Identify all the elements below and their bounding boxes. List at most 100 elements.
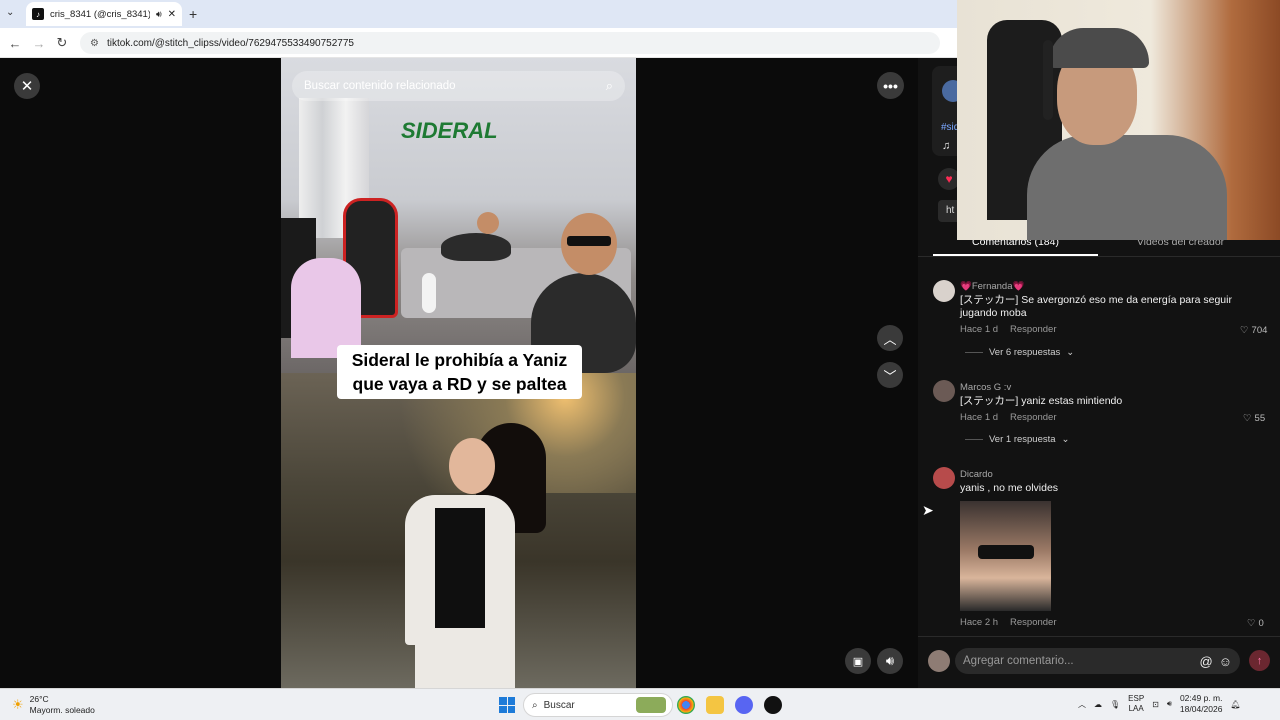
comment-text: [ステッカー] yaniz estas mintiendo [960, 395, 1123, 407]
taskbar: ☀ 26°C Mayorm. soleado ⌕ Buscar ︿ ☁ 🎙︎ E… [0, 688, 1280, 720]
headphones [1043, 40, 1053, 120]
avatar[interactable] [933, 380, 955, 402]
comment-meta: Hace 2 h Responder [960, 617, 1057, 628]
avatar[interactable] [933, 467, 955, 489]
speaker-icon[interactable]: 🔊︎ [156, 9, 162, 20]
mouse-cursor-icon: ➤ [922, 502, 934, 518]
chrome-icon[interactable] [677, 696, 695, 714]
search-icon[interactable]: ⌕ [606, 78, 613, 94]
reply-button[interactable]: Responder [1010, 412, 1056, 423]
forward-arrow-icon[interactable]: → [30, 34, 48, 52]
clock-date: 18/04/2026 [1179, 704, 1223, 714]
related-search-placeholder: Buscar contenido relacionado [304, 80, 456, 92]
discord-icon[interactable] [735, 696, 753, 714]
comment-username[interactable]: 💗Fernanda💗 [960, 281, 1024, 292]
comment-time: Hace 1 d [960, 412, 999, 423]
related-search-input[interactable]: Buscar contenido relacionado ⌕ [292, 71, 625, 101]
obs-icon[interactable] [764, 696, 782, 714]
back-arrow-icon[interactable]: ← [6, 34, 24, 52]
view-replies-button[interactable]: Ver 1 respuesta ⌄ [965, 434, 1070, 445]
heart-outline-icon[interactable]: ♡ [1247, 618, 1256, 629]
view-replies-label: Ver 1 respuesta [989, 434, 1056, 445]
next-video-chevron-down-icon[interactable]: ﹀ [877, 362, 903, 388]
sideral-logo: SIDERAL [401, 118, 498, 143]
like-count: 704 [1251, 325, 1268, 336]
comment-input[interactable]: Agregar comentario... @ ☺ [955, 648, 1240, 674]
view-replies-label: Ver 6 respuestas [989, 347, 1061, 358]
sun-icon: ☀ [12, 697, 24, 712]
new-tab-button[interactable]: + [189, 6, 197, 22]
chevron-down-icon: ⌄ [1061, 434, 1070, 445]
tiktok-favicon-icon: ♪ [32, 8, 44, 20]
avatar[interactable] [933, 280, 955, 302]
site-info-icon[interactable]: ⚙ [90, 38, 99, 49]
reply-button[interactable]: Responder [1010, 617, 1056, 628]
like-count: 0 [1258, 618, 1264, 629]
comment-like[interactable]: ♡ 0 [1247, 618, 1264, 629]
video-frame-bottom [281, 373, 636, 688]
chevron-down-icon: ⌄ [1066, 347, 1075, 358]
tab-close-icon[interactable]: ✕ [168, 9, 176, 20]
heart-outline-icon[interactable]: ♡ [1243, 413, 1252, 424]
cap [1049, 28, 1149, 68]
tab-list-chevron-icon[interactable]: ⌄ [6, 7, 14, 18]
taskbar-search[interactable]: ⌕ Buscar [523, 693, 673, 717]
floating-player-icon[interactable]: ▣ [845, 648, 871, 674]
grey-shirt [1027, 135, 1227, 240]
comment-like[interactable]: ♡ 704 [1240, 325, 1267, 336]
cloud-icon[interactable]: ☁ [1094, 700, 1102, 709]
comment-input-placeholder: Agregar comentario... [963, 655, 1074, 667]
browser-tab[interactable]: ♪ cris_8341 (@cris_8341) | Tik 🔊︎ ✕ [26, 2, 182, 26]
video-caption: Sideral le prohibía a Yaniz que vaya a R… [337, 345, 582, 399]
taskbar-search-label: Buscar [543, 699, 575, 711]
mention-icon[interactable]: @ [1200, 654, 1213, 669]
microphone-icon[interactable]: 🎙︎ [1110, 700, 1120, 709]
windows-start-icon[interactable] [499, 697, 515, 713]
weather-condition: Mayorm. soleado [29, 705, 95, 715]
file-explorer-icon[interactable] [706, 696, 724, 714]
comment-meta: Hace 1 d Responder [960, 324, 1057, 335]
comment-time: Hace 1 d [960, 324, 999, 335]
system-tray: ︿ ☁ 🎙︎ ESP LAA ⊡ 🔊︎ 02:49 p. m. 18/04/20… [1078, 693, 1241, 715]
previous-video-chevron-up-icon[interactable]: ︿ [877, 325, 903, 351]
comment-time: Hace 2 h [960, 617, 999, 628]
comment-meta: Hace 1 d Responder [960, 412, 1057, 423]
reload-icon[interactable]: ↻ [53, 34, 71, 52]
video-player[interactable]: SIDERAL Buscar contenido relacionado ⌕ S… [281, 58, 636, 688]
search-highlight-image [636, 697, 666, 713]
video-frame-top: SIDERAL [281, 58, 636, 373]
clock[interactable]: 02:49 p. m. 18/04/2026 [1180, 693, 1223, 715]
tabs-divider [918, 256, 1280, 257]
reply-button[interactable]: Responder [1010, 324, 1056, 335]
send-arrow-icon[interactable]: ↑ [1249, 650, 1270, 671]
close-icon[interactable]: ✕ [14, 73, 40, 99]
notification-bell-icon[interactable]: 🔔︎ [1230, 700, 1240, 709]
caption-line-1: Sideral le prohibía a Yaniz [351, 350, 568, 370]
tab-title: cris_8341 (@cris_8341) | Tik [50, 8, 150, 20]
comment-text: yanis , no me olvides [960, 482, 1059, 494]
language-indicator[interactable]: ESP LAA [1128, 694, 1144, 714]
volume-icon[interactable]: 🔊︎ [877, 648, 903, 674]
comment-text: [ステッカー] Se avergonzó eso me da energía p… [960, 294, 1232, 306]
url-text: tiktok.com/@stitch_clipss/video/76294755… [106, 37, 354, 49]
comment-username[interactable]: Dicardo [960, 469, 993, 480]
comment-username[interactable]: Marcos G :v [960, 382, 1011, 393]
weather-widget[interactable]: ☀ 26°C Mayorm. soleado [12, 694, 95, 716]
more-options-icon[interactable]: ••• [877, 72, 904, 99]
caption-line-2: que vaya a RD y se paltea [352, 374, 567, 394]
network-icon[interactable]: ⊡ [1152, 700, 1159, 709]
emoji-icon[interactable]: ☺ [1219, 654, 1232, 669]
music-note-icon: ♫ [942, 140, 951, 152]
url-field[interactable]: ⚙ tiktok.com/@stitch_clipss/video/762947… [80, 32, 940, 54]
volume-icon[interactable]: 🔊︎ [1167, 699, 1172, 709]
comment-image[interactable] [960, 501, 1051, 611]
heart-outline-icon[interactable]: ♡ [1240, 325, 1249, 336]
view-replies-button[interactable]: Ver 6 respuestas ⌄ [965, 347, 1074, 358]
clock-time: 02:49 p. m. [1179, 693, 1223, 703]
search-icon: ⌕ [532, 699, 538, 711]
comment-like[interactable]: ♡ 55 [1243, 413, 1265, 424]
like-count: 55 [1254, 413, 1266, 424]
microphone [422, 273, 436, 313]
chevron-up-icon[interactable]: ︿ [1078, 699, 1086, 710]
comment-text-continued: jugando moba [960, 307, 1027, 319]
